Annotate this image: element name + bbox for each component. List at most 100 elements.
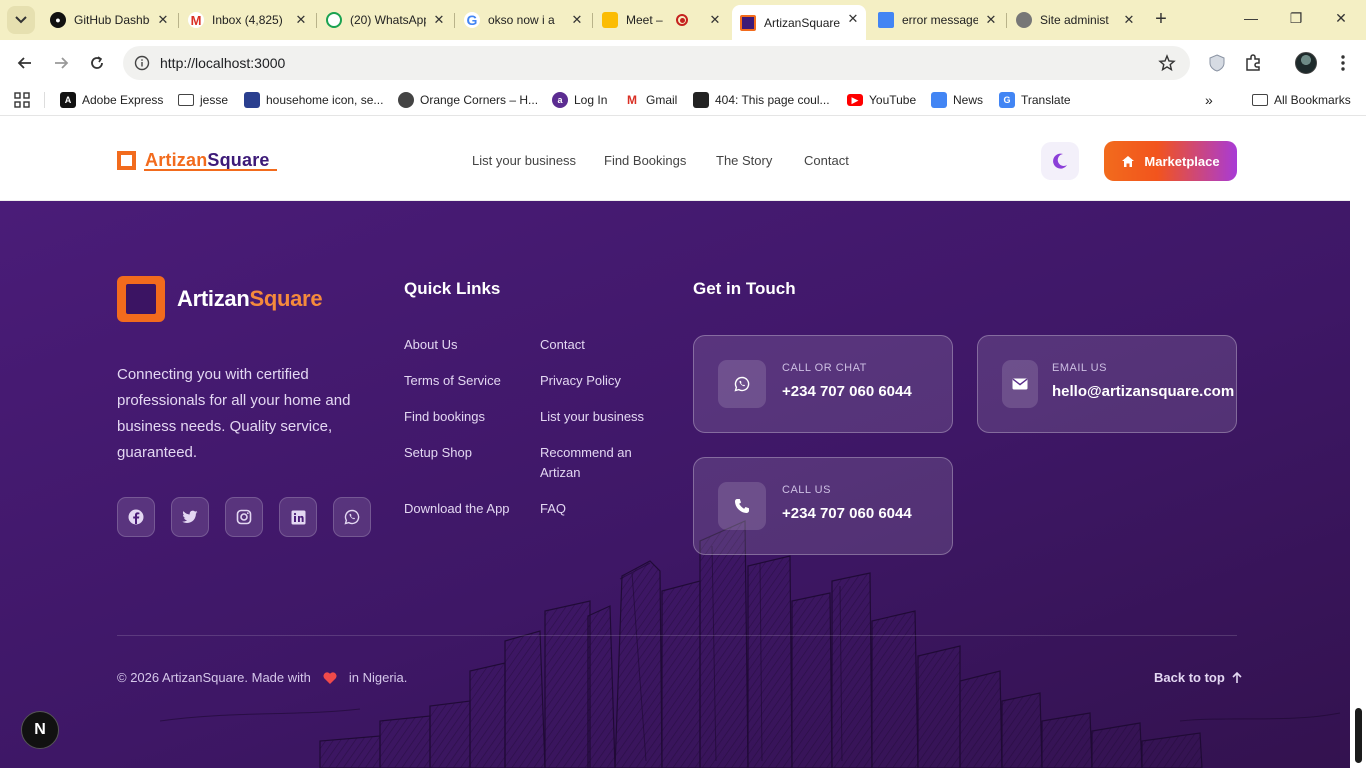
- browser-tab-github[interactable]: ● GitHub Dashboard ✕: [42, 6, 176, 34]
- bookmark-househome[interactable]: househome icon, se...: [244, 92, 383, 108]
- browser-tab-google[interactable]: G okso now i a ✕: [456, 6, 590, 34]
- contact-value[interactable]: hello@artizansquare.com: [1052, 383, 1234, 400]
- close-icon[interactable]: ✕: [846, 12, 860, 26]
- contact-card-call[interactable]: CALL US +234 707 060 6044: [693, 457, 953, 555]
- logo-underline: [144, 169, 277, 171]
- footer-link-find-bookings[interactable]: Find bookings: [404, 407, 485, 427]
- shield-extension-button[interactable]: [1206, 52, 1228, 74]
- chevron-double-right-icon: »: [1205, 92, 1213, 108]
- browser-tab-docs[interactable]: error message ✕: [870, 6, 1004, 34]
- linkedin-icon: [291, 510, 305, 524]
- marketplace-button[interactable]: Marketplace: [1104, 141, 1237, 181]
- close-icon[interactable]: ✕: [156, 13, 170, 27]
- tab-separator: [178, 13, 179, 28]
- whatsapp-icon: [344, 509, 360, 525]
- facebook-link[interactable]: [117, 497, 155, 537]
- instagram-link[interactable]: [225, 497, 263, 537]
- adobe-express-icon: A: [60, 92, 76, 108]
- close-icon[interactable]: ✕: [1122, 13, 1136, 27]
- bookmark-404[interactable]: 404: This page coul...: [693, 92, 830, 108]
- tab-search-button[interactable]: [7, 6, 35, 34]
- back-to-top-label: Back to top: [1154, 670, 1225, 685]
- reload-button[interactable]: [86, 52, 108, 74]
- scrollbar-thumb[interactable]: [1355, 708, 1362, 763]
- contact-card-call-or-chat[interactable]: CALL OR CHAT +234 707 060 6044: [693, 335, 953, 433]
- browser-tab-meet[interactable]: Meet – v ✕: [594, 6, 728, 34]
- whatsapp-icon: [326, 12, 342, 28]
- copyright-prefix: © 2026 ArtizanSquare. Made with: [117, 670, 311, 685]
- minimize-button[interactable]: —: [1241, 10, 1261, 30]
- header-logo[interactable]: ArtizanSquare: [117, 150, 277, 171]
- bookmark-gmail[interactable]: M Gmail: [624, 92, 677, 108]
- bookmark-news[interactable]: News: [931, 92, 983, 108]
- back-to-top-link[interactable]: Back to top: [1154, 670, 1242, 685]
- footer-link-privacy[interactable]: Privacy Policy: [540, 371, 621, 391]
- tab-title: GitHub Dashboard: [74, 13, 150, 27]
- bookmark-star-icon[interactable]: [1158, 54, 1176, 72]
- restore-button[interactable]: ❐: [1286, 10, 1306, 30]
- contact-icon-box: [718, 360, 766, 408]
- contact-label: CALL US: [782, 484, 831, 496]
- docs-icon: [878, 12, 894, 28]
- address-bar[interactable]: http://localhost:3000: [123, 46, 1190, 80]
- footer-link-download-app[interactable]: Download the App: [404, 499, 510, 519]
- contact-value[interactable]: +234 707 060 6044: [782, 505, 912, 522]
- footer-link-contact[interactable]: Contact: [540, 335, 585, 355]
- bookmark-label: househome icon, se...: [266, 93, 384, 107]
- footer-logo[interactable]: ArtizanSquare: [117, 276, 323, 322]
- close-icon[interactable]: ✕: [432, 13, 446, 27]
- close-window-button[interactable]: ✕: [1331, 10, 1351, 30]
- forward-button[interactable]: [50, 52, 72, 74]
- url-text[interactable]: http://localhost:3000: [160, 55, 285, 71]
- twitter-link[interactable]: [171, 497, 209, 537]
- more-bookmarks-button[interactable]: »: [1205, 92, 1213, 108]
- site-info-icon[interactable]: [134, 55, 150, 71]
- whatsapp-link[interactable]: [333, 497, 371, 537]
- tab-title: (20) WhatsApp: [350, 13, 426, 27]
- theme-toggle-button[interactable]: [1041, 142, 1079, 180]
- footer-link-setup-shop[interactable]: Setup Shop: [404, 443, 472, 463]
- nav-contact[interactable]: Contact: [804, 153, 849, 168]
- recording-icon: [676, 14, 688, 26]
- new-tab-button[interactable]: +: [1150, 9, 1172, 31]
- browser-menu-button[interactable]: [1332, 52, 1354, 74]
- tab-title: error message: [902, 13, 978, 27]
- nextjs-dev-badge[interactable]: N: [21, 711, 59, 749]
- nav-the-story[interactable]: The Story: [716, 153, 772, 168]
- browser-tab-whatsapp[interactable]: (20) WhatsApp ✕: [318, 6, 452, 34]
- close-icon[interactable]: ✕: [984, 13, 998, 27]
- puzzle-icon: [1246, 54, 1260, 71]
- arrow-up-icon: [1232, 671, 1242, 683]
- apps-button[interactable]: [14, 92, 30, 108]
- footer-link-list-business[interactable]: List your business: [540, 407, 644, 427]
- footer-link-about-us[interactable]: About Us: [404, 335, 457, 355]
- bookmark-adobe-express[interactable]: A Adobe Express: [60, 92, 163, 108]
- contact-value[interactable]: +234 707 060 6044: [782, 383, 912, 400]
- bookmark-translate[interactable]: G Translate: [999, 92, 1071, 108]
- contact-card-email[interactable]: EMAIL US hello@artizansquare.com: [977, 335, 1237, 433]
- close-icon[interactable]: ✕: [708, 13, 722, 27]
- footer-link-recommend[interactable]: Recommend an Artizan: [540, 443, 640, 483]
- nav-list-your-business[interactable]: List your business: [472, 153, 576, 168]
- browser-tab-site-admin[interactable]: Site administ ✕: [1008, 6, 1142, 34]
- bookmark-log-in[interactable]: a Log In: [552, 92, 607, 108]
- extensions-button[interactable]: [1242, 52, 1264, 74]
- profile-avatar-button[interactable]: [1295, 52, 1317, 74]
- nav-find-bookings[interactable]: Find Bookings: [604, 153, 686, 168]
- bookmark-orange-corners[interactable]: Orange Corners – H...: [398, 92, 538, 108]
- browser-tab-artizansquare[interactable]: ArtizanSquare ✕: [732, 5, 866, 40]
- all-bookmarks-button[interactable]: All Bookmarks: [1252, 92, 1351, 108]
- bookmark-label: Log In: [574, 93, 608, 107]
- tab-separator: [316, 13, 317, 28]
- page-scrollbar[interactable]: [1350, 121, 1366, 768]
- back-button[interactable]: [14, 52, 36, 74]
- close-icon[interactable]: ✕: [570, 13, 584, 27]
- bookmark-youtube[interactable]: ▶ YouTube: [847, 92, 916, 108]
- footer-link-terms[interactable]: Terms of Service: [404, 371, 501, 391]
- bookmark-jesse[interactable]: jesse: [178, 92, 228, 108]
- home-icon: [1122, 155, 1135, 167]
- linkedin-link[interactable]: [279, 497, 317, 537]
- close-icon[interactable]: ✕: [294, 13, 308, 27]
- footer-link-faq[interactable]: FAQ: [540, 499, 566, 519]
- browser-tab-gmail[interactable]: M Inbox (4,825) ✕: [180, 6, 314, 34]
